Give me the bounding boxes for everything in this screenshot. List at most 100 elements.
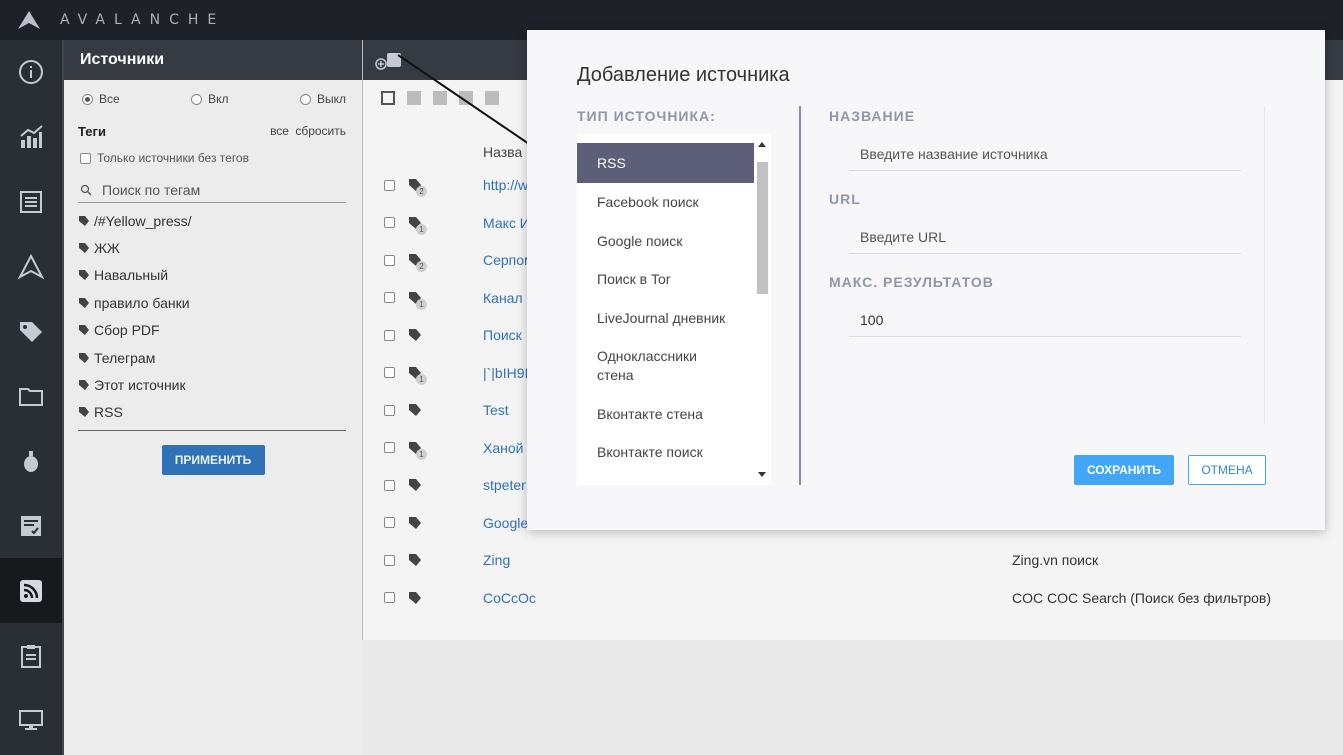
row-checkbox[interactable]: [384, 479, 395, 491]
nav-tags[interactable]: [0, 299, 62, 364]
source-name-link[interactable]: http://w: [483, 177, 528, 193]
filter-off[interactable]: Выкл: [299, 92, 346, 106]
tag-item[interactable]: Сбор PDF: [78, 317, 346, 344]
panel-title: Источники: [64, 40, 362, 80]
radio-off[interactable]: [299, 93, 311, 105]
filter-all[interactable]: Все: [82, 92, 120, 106]
source-type-text: COC COC Search (Поиск без фильтров): [1012, 589, 1272, 606]
tag-count-badge: 1: [416, 298, 427, 310]
table-row[interactable]: Zing Zing.vn поиск: [363, 545, 1343, 575]
source-type-option[interactable]: Поиск в Tor: [577, 260, 754, 299]
nav-reports[interactable]: [0, 623, 62, 688]
type-list-scrollbar[interactable]: [754, 134, 771, 485]
row-checkbox[interactable]: [384, 404, 395, 416]
scroll-up-icon[interactable]: [758, 142, 766, 147]
tag-icon[interactable]: [408, 403, 422, 417]
row-checkbox[interactable]: [384, 179, 395, 191]
name-field: [849, 137, 1241, 171]
only-untagged-option[interactable]: Только источники без тегов: [64, 151, 362, 165]
tag-label: /#Yellow_press/: [94, 212, 192, 229]
row-checkbox[interactable]: [384, 217, 395, 228]
source-name-link[interactable]: Test: [483, 402, 509, 418]
sources-panel: Источники Все Вкл Выкл Теги все сбросить…: [62, 40, 362, 755]
source-type-option[interactable]: Вконтакте стена: [577, 394, 754, 433]
only-untagged-checkbox[interactable]: [80, 152, 91, 164]
tag-item[interactable]: Этот источник: [78, 371, 346, 398]
nav-monitor[interactable]: [0, 688, 62, 753]
tag-icon[interactable]: [408, 478, 422, 492]
tag-search: [78, 177, 346, 203]
nav-info[interactable]: [0, 40, 62, 105]
max-results-input[interactable]: [860, 311, 1230, 328]
tag-search-input[interactable]: [102, 181, 332, 198]
tag-icon: [79, 325, 89, 336]
url-field: [849, 220, 1241, 254]
tag-item[interactable]: /#Yellow_press/: [78, 207, 346, 234]
source-type-option[interactable]: RSS: [577, 143, 754, 183]
row-checkbox[interactable]: [384, 254, 395, 266]
tag-icon[interactable]: [408, 553, 422, 567]
source-type-option[interactable]: Google поиск: [577, 222, 754, 261]
tag-icon: [79, 352, 89, 363]
source-name-link[interactable]: Канал: [483, 290, 523, 306]
tags-reset-link[interactable]: сбросить: [295, 124, 346, 138]
tag-icon[interactable]: [408, 591, 422, 605]
name-input[interactable]: [860, 145, 1230, 162]
source-name-link[interactable]: CoCcOc: [483, 590, 536, 606]
source-type-option[interactable]: Facebook поиск: [577, 183, 754, 222]
tag-count-badge: 2: [416, 261, 427, 272]
nav-avalanche[interactable]: [0, 234, 62, 299]
tag-icon[interactable]: [408, 328, 422, 342]
row-checkbox[interactable]: [384, 367, 395, 378]
url-input[interactable]: [860, 228, 1230, 245]
source-name-link[interactable]: |`|bIH9I: [483, 365, 528, 381]
scroll-thumb[interactable]: [757, 162, 768, 294]
row-checkbox[interactable]: [384, 329, 395, 341]
nav-grenade[interactable]: [0, 429, 62, 494]
save-button[interactable]: СОХРАНИТЬ: [1074, 455, 1174, 485]
add-source-dialog: Добавление источника ТИП ИСТОЧНИКА: RSS F…: [527, 30, 1325, 530]
tag-icon[interactable]: [408, 516, 422, 530]
tag-label: правило банки: [94, 294, 190, 311]
dialog-title: Добавление источника: [577, 64, 790, 86]
radio-on[interactable]: [191, 93, 203, 105]
nav-analytics[interactable]: [0, 105, 62, 170]
row-checkbox[interactable]: [384, 592, 395, 603]
nav-sources[interactable]: [0, 558, 62, 624]
source-type-option[interactable]: Вконтакте поиск: [577, 433, 754, 472]
source-name-link[interactable]: Google: [483, 515, 528, 531]
tag-item[interactable]: правило банки: [78, 289, 346, 316]
source-type-option[interactable]: Одноклассники стена: [577, 337, 754, 394]
cancel-button[interactable]: ОТМЕНА: [1188, 455, 1266, 485]
row-checkbox[interactable]: [384, 442, 395, 453]
tag-item[interactable]: Телеграм: [78, 344, 346, 371]
source-name-link[interactable]: Поиск: [483, 327, 522, 343]
nav-news[interactable]: [0, 170, 62, 235]
only-untagged-label: Только источники без тегов: [97, 151, 249, 165]
nav-tasks[interactable]: [0, 494, 62, 559]
apply-button[interactable]: ПРИМЕНИТЬ: [161, 445, 265, 476]
avalanche-logo-icon[interactable]: [18, 11, 40, 29]
source-name-link[interactable]: Zing: [483, 552, 510, 568]
row-checkbox[interactable]: [384, 554, 395, 566]
nav-rail: [0, 40, 62, 755]
tags-all-link[interactable]: все: [270, 124, 289, 138]
tag-item[interactable]: ЖЖ: [78, 234, 346, 261]
scroll-down-icon[interactable]: [758, 472, 766, 477]
row-checkbox[interactable]: [384, 292, 395, 303]
filter-on[interactable]: Вкл: [191, 92, 229, 106]
radio-all[interactable]: [82, 93, 93, 105]
source-name-link[interactable]: Ханой: [483, 440, 523, 456]
source-type-list[interactable]: RSS Facebook поиск Google поиск Поиск в Tor…: [577, 134, 771, 485]
tag-label: RSS: [94, 404, 123, 421]
row-checkbox[interactable]: [384, 517, 395, 528]
tag-icon: [79, 215, 89, 226]
tag-item[interactable]: Навальный: [78, 262, 346, 289]
table-row[interactable]: CoCcOc COC COC Search (Поиск без фильтров…: [363, 583, 1343, 613]
nav-folders[interactable]: [0, 364, 62, 429]
source-name-link[interactable]: stpeter: [483, 477, 526, 493]
tag-item[interactable]: RSS: [78, 399, 346, 426]
source-name-link[interactable]: Макс И: [483, 215, 530, 231]
source-type-option[interactable]: LiveJournal дневник: [577, 299, 754, 338]
url-label: URL: [829, 191, 861, 207]
